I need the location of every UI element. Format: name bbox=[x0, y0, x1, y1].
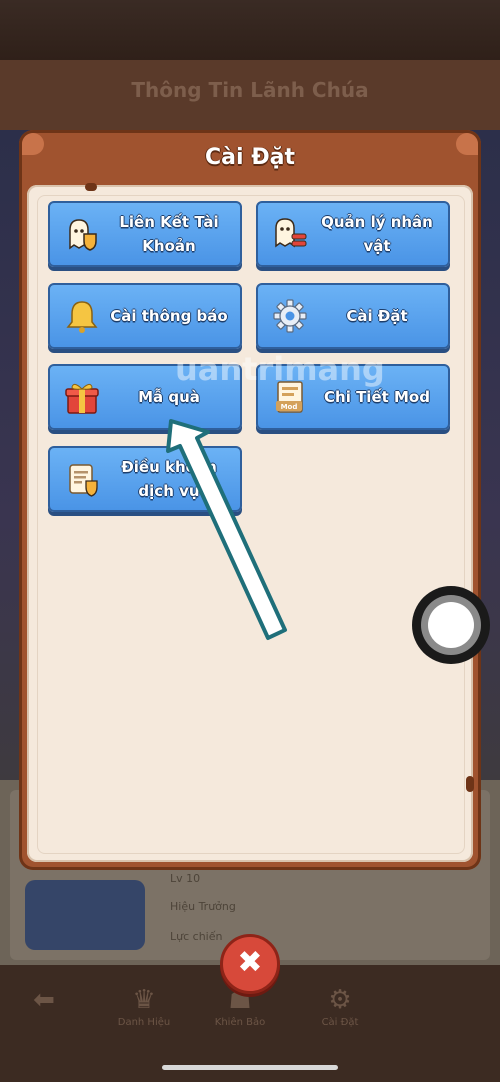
background-power-text: Lực chiến bbox=[170, 930, 223, 943]
record-button-dot bbox=[428, 602, 474, 648]
notification-settings-button[interactable]: Cài thông báo bbox=[48, 283, 242, 349]
close-icon: ✖ bbox=[237, 945, 263, 980]
terms-of-service-button[interactable]: Điều khoản dịch vụ bbox=[48, 446, 242, 512]
ghost-swap-icon bbox=[275, 218, 307, 248]
ghost-shield-icon bbox=[69, 219, 97, 251]
gift-icon bbox=[65, 383, 99, 414]
background-level-text: Lv 10 bbox=[170, 872, 201, 885]
background-header-title: Thông Tin Lãnh Chúa bbox=[131, 78, 369, 102]
nav-title-label: Danh Hiệu bbox=[117, 1017, 171, 1028]
background-avatar-frame bbox=[25, 880, 145, 950]
watermark: uantrimang bbox=[175, 350, 385, 388]
background-title-text: Hiệu Trưởng bbox=[170, 900, 236, 913]
settings-button[interactable]: Cài Đặt bbox=[256, 283, 450, 349]
link-account-button[interactable]: Liên Kết Tài Khoản bbox=[48, 201, 242, 267]
dialog-side-knob bbox=[466, 776, 474, 792]
nav-title[interactable]: ♛ Danh Hiệu bbox=[114, 985, 174, 1028]
home-indicator[interactable] bbox=[162, 1065, 338, 1070]
gear-icon bbox=[273, 299, 307, 333]
nav-settings[interactable]: ⚙ Cài Đặt bbox=[310, 985, 370, 1028]
status-area bbox=[0, 0, 500, 60]
notification-settings-label: Cài thông báo bbox=[110, 307, 228, 325]
link-account-label: Liên Kết Tài Khoản bbox=[119, 213, 219, 255]
manage-character-label: Quản lý nhân vật bbox=[321, 213, 433, 255]
dialog-top-knob bbox=[85, 183, 97, 191]
terms-of-service-label: Điều khoản dịch vụ bbox=[121, 458, 217, 500]
nav-settings-label: Cài Đặt bbox=[321, 1017, 359, 1028]
back-arrow-icon: ⬅ bbox=[33, 985, 55, 1015]
dialog-title: Cài Đặt bbox=[205, 145, 295, 170]
manage-character-button[interactable]: Quản lý nhân vật bbox=[256, 201, 450, 267]
mod-icon-text: Mod bbox=[281, 403, 298, 411]
settings-label: Cài Đặt bbox=[346, 307, 408, 325]
close-button[interactable]: ✖ bbox=[220, 934, 280, 994]
bell-icon bbox=[66, 301, 98, 333]
settings-icon: ⚙ bbox=[328, 985, 352, 1015]
nav-back[interactable]: ⬅ bbox=[14, 985, 74, 1017]
terms-document-icon bbox=[69, 464, 98, 497]
record-button[interactable] bbox=[412, 586, 490, 664]
nav-equipment-label: Khiên Bảo bbox=[214, 1017, 266, 1028]
crown-icon: ♛ bbox=[132, 985, 156, 1015]
